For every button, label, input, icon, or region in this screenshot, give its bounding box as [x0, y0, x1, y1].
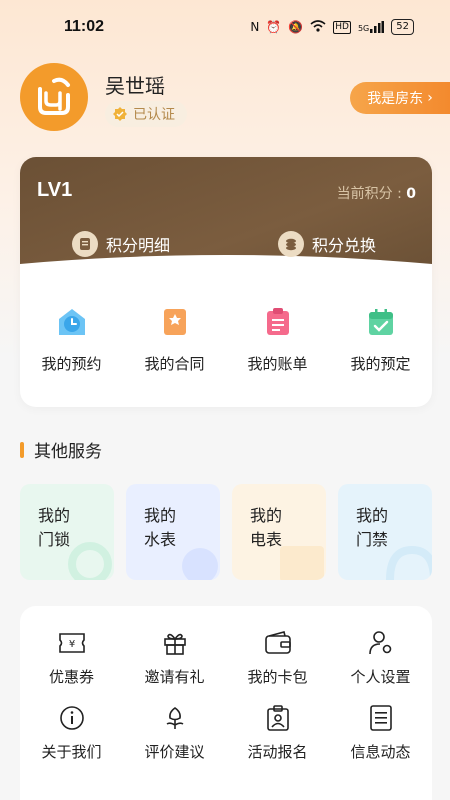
grid-item-label: 优惠券 — [48, 668, 94, 686]
grid-item-label: 关于我们 — [41, 743, 102, 761]
avatar[interactable] — [20, 63, 88, 131]
quick-action-label: 我的合同 — [144, 355, 205, 373]
signal-icon: 5G — [358, 21, 385, 33]
grid-item-label: 我的卡包 — [247, 668, 308, 686]
status-bar: 11:02 N ⏰ 🔕 HD 5G 52 — [0, 0, 450, 56]
current-points: 当前积分 : 0 — [337, 183, 416, 203]
landlord-button[interactable]: 我是房东 › — [350, 82, 450, 114]
clock-icon — [58, 309, 85, 335]
grid-item-about[interactable]: 关于我们 — [20, 703, 123, 762]
flower-icon — [160, 703, 190, 733]
points-detail-label: 积分明细 — [106, 236, 171, 255]
level-label: LV1 — [37, 179, 73, 201]
grid-item-wallet[interactable]: 我的卡包 — [226, 628, 329, 687]
quick-action-bill[interactable]: 我的账单 — [226, 307, 329, 374]
points-exchange-label: 积分兑换 — [312, 236, 377, 255]
clipboard-icon — [266, 308, 289, 335]
gift-icon — [160, 628, 190, 658]
coupon-icon: ¥ — [57, 628, 87, 658]
tile-electric-meter[interactable]: 我的 电表 — [232, 484, 326, 580]
nfc-icon: N — [250, 20, 260, 34]
electric-meter-icon — [280, 546, 324, 580]
verified-icon — [113, 107, 127, 121]
tile-access-control[interactable]: 我的 门禁 — [338, 484, 432, 580]
quick-action-label: 我的账单 — [247, 355, 308, 373]
quick-action-contract[interactable]: 我的合同 — [123, 307, 226, 374]
user-name: 吴世瑶 — [105, 74, 165, 98]
quick-action-reservation[interactable]: 我的预定 — [329, 307, 432, 374]
tile-line1: 我的 — [144, 506, 177, 525]
verified-label: 已认证 — [133, 107, 175, 123]
tile-door-lock[interactable]: 我的 门锁 — [20, 484, 114, 580]
logo-icon — [38, 77, 70, 115]
points-panel: LV1 当前积分 : 0 积分明细 积分兑换 — [20, 157, 432, 278]
grid-item-label: 评价建议 — [144, 743, 205, 761]
points-card: LV1 当前积分 : 0 积分明细 积分兑换 我的预约 我的合同 我的账单 我的… — [20, 157, 432, 407]
grid-item-label: 活动报名 — [247, 743, 308, 761]
grid-item-invite[interactable]: 邀请有礼 — [123, 628, 226, 687]
svg-text:¥: ¥ — [68, 639, 74, 650]
info-icon — [57, 703, 87, 733]
points-detail-link[interactable]: 积分明细 — [72, 231, 170, 257]
tile-water-meter[interactable]: 我的 水表 — [126, 484, 220, 580]
battery-icon: 52 — [391, 19, 414, 35]
mute-icon: 🔕 — [288, 20, 304, 34]
document-icon — [366, 703, 396, 733]
section-accent-bar — [20, 441, 24, 458]
tile-line1: 我的 — [38, 506, 71, 525]
status-time: 11:02 — [64, 18, 105, 35]
grid-item-coupon[interactable]: ¥ 优惠券 — [20, 628, 123, 687]
access-control-icon — [386, 545, 432, 580]
verified-badge: 已认证 — [105, 101, 187, 127]
service-tiles: 我的 门锁 我的 水表 我的 电表 我的 门禁 — [20, 484, 432, 580]
wallet-icon — [263, 628, 293, 658]
current-points-label: 当前积分 : — [336, 186, 407, 202]
badge-icon — [263, 703, 293, 733]
hd-icon: HD — [333, 20, 351, 34]
wave-decoration — [20, 255, 432, 278]
tile-line1: 我的 — [356, 506, 389, 525]
grid-item-label: 个人设置 — [350, 668, 411, 686]
current-points-value: 0 — [406, 186, 416, 202]
grid-item-activity[interactable]: 活动报名 — [226, 703, 329, 762]
landlord-button-label: 我是房东 — [367, 91, 424, 107]
tile-line1: 我的 — [250, 506, 283, 525]
quick-actions: 我的预约 我的合同 我的账单 我的预定 — [20, 307, 432, 374]
grid-item-label: 信息动态 — [350, 743, 411, 761]
bookmark-icon — [163, 309, 186, 335]
quick-action-label: 我的预定 — [350, 355, 411, 373]
alarm-icon: ⏰ — [266, 20, 282, 34]
grid-item-feedback[interactable]: 评价建议 — [123, 703, 226, 762]
grid-item-news[interactable]: 信息动态 — [329, 703, 432, 762]
coins-icon — [278, 231, 304, 257]
lock-icon — [68, 542, 112, 580]
grid-menu-card: ¥ 优惠券 邀请有礼 我的卡包 个人设置 关于我们 评价建议 活动报名 信息动态 — [20, 606, 432, 800]
grid-menu: ¥ 优惠券 邀请有礼 我的卡包 个人设置 关于我们 评价建议 活动报名 信息动态 — [20, 628, 432, 762]
water-meter-icon — [182, 548, 218, 580]
chevron-right-icon: › — [427, 90, 433, 106]
wifi-icon — [310, 19, 326, 35]
user-settings-icon — [366, 628, 396, 658]
status-icons: N ⏰ 🔕 HD 5G 52 — [250, 19, 414, 35]
quick-action-appointment[interactable]: 我的预约 — [20, 307, 123, 374]
points-exchange-link[interactable]: 积分兑换 — [278, 231, 376, 257]
grid-item-settings[interactable]: 个人设置 — [329, 628, 432, 687]
section-title-other-services: 其他服务 — [20, 437, 102, 462]
calendar-check-icon — [368, 309, 393, 335]
section-title-text: 其他服务 — [34, 442, 102, 462]
grid-item-label: 邀请有礼 — [144, 668, 205, 686]
quick-action-label: 我的预约 — [41, 355, 102, 373]
points-detail-icon — [72, 231, 98, 257]
